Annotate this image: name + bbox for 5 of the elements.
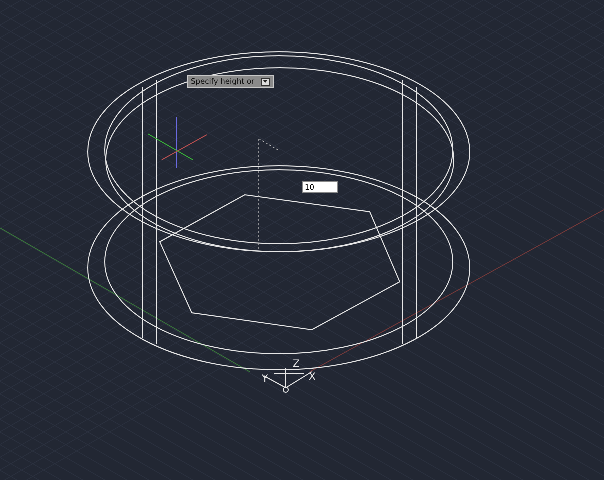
axis-label: X — [309, 372, 316, 383]
options-button[interactable] — [260, 78, 270, 86]
axis-label: Z — [293, 359, 300, 370]
caret-icon — [262, 80, 268, 83]
axes-cross-icon — [148, 116, 208, 168]
